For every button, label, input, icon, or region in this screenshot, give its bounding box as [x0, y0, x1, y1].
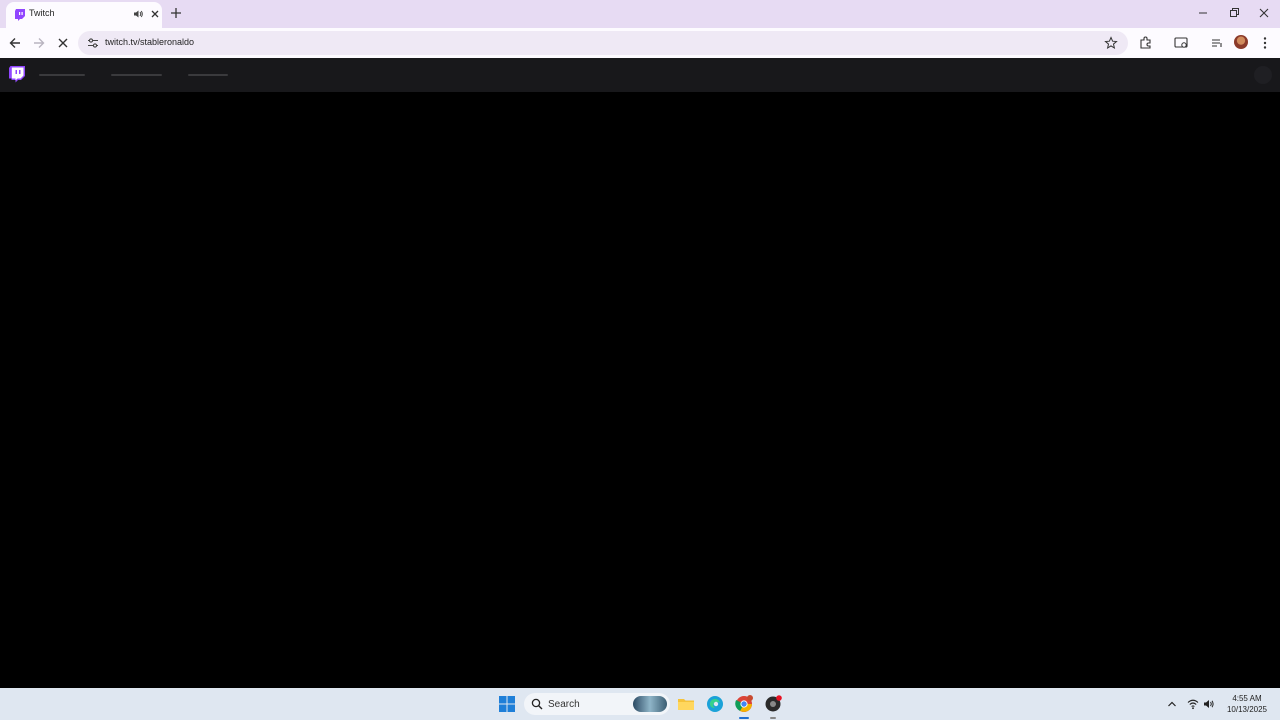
clock-time: 4:55 AM: [1232, 694, 1262, 703]
star-icon[interactable]: [1104, 36, 1118, 50]
search-icon: [531, 698, 543, 710]
nav-skeleton-browse: [111, 74, 162, 76]
window-close-icon[interactable]: [1257, 6, 1271, 20]
chevron-up-icon[interactable]: [1166, 698, 1178, 710]
media-cast-icon[interactable]: [1173, 35, 1189, 51]
twitch-icon: [15, 9, 25, 21]
edge-icon[interactable]: [706, 695, 724, 713]
taskbar-search[interactable]: Search: [524, 693, 670, 715]
windows-icon[interactable]: [499, 696, 515, 712]
system-clock[interactable]: 4:55 AM 10/13/2025: [1222, 693, 1272, 715]
close-icon[interactable]: [149, 8, 161, 20]
search-highlight-image[interactable]: [633, 696, 667, 712]
url-text[interactable]: twitch.tv/stableronaldo: [105, 37, 194, 47]
avatar[interactable]: [1234, 35, 1248, 49]
twitch-main-content: [0, 92, 1280, 688]
tab-title: Twitch: [29, 8, 55, 18]
wifi-icon[interactable]: [1187, 698, 1199, 710]
nav-user-avatar-placeholder: [1254, 66, 1272, 84]
arrow-left-icon[interactable]: [7, 35, 23, 51]
tab-strip: Twitch: [0, 0, 1280, 28]
browser-tab[interactable]: Twitch: [6, 2, 162, 28]
arrow-right-icon[interactable]: [31, 35, 47, 51]
nav-skeleton-following: [39, 74, 85, 76]
tune-icon[interactable]: [86, 36, 100, 50]
address-bar[interactable]: twitch.tv/stableronaldo: [78, 31, 1128, 55]
browser-toolbar: twitch.tv/stableronaldo: [0, 28, 1280, 58]
chrome-icon[interactable]: [735, 695, 753, 713]
file-explorer-icon[interactable]: [677, 695, 695, 713]
volume-icon[interactable]: [1203, 698, 1215, 710]
minimize-icon[interactable]: [1196, 6, 1210, 20]
app-icon[interactable]: [764, 695, 782, 713]
queue-icon[interactable]: [1209, 35, 1225, 51]
search-label: Search: [548, 699, 580, 710]
twitch-glitch-icon[interactable]: [9, 66, 25, 83]
speaker-icon[interactable]: [132, 8, 144, 20]
clock-date: 10/13/2025: [1226, 705, 1268, 714]
plus-icon[interactable]: [169, 6, 183, 20]
app-running-indicator: [770, 717, 776, 719]
nav-skeleton-more: [188, 74, 228, 76]
chrome-active-indicator: [739, 717, 749, 719]
windows-taskbar: Search 4:55 AM 10/13/2025: [0, 688, 1280, 720]
kebab-menu-icon[interactable]: [1257, 35, 1273, 51]
twitch-top-nav: [0, 58, 1280, 92]
restore-icon[interactable]: [1227, 6, 1241, 20]
puzzle-icon[interactable]: [1138, 35, 1154, 51]
stop-loading-icon[interactable]: [55, 35, 71, 51]
